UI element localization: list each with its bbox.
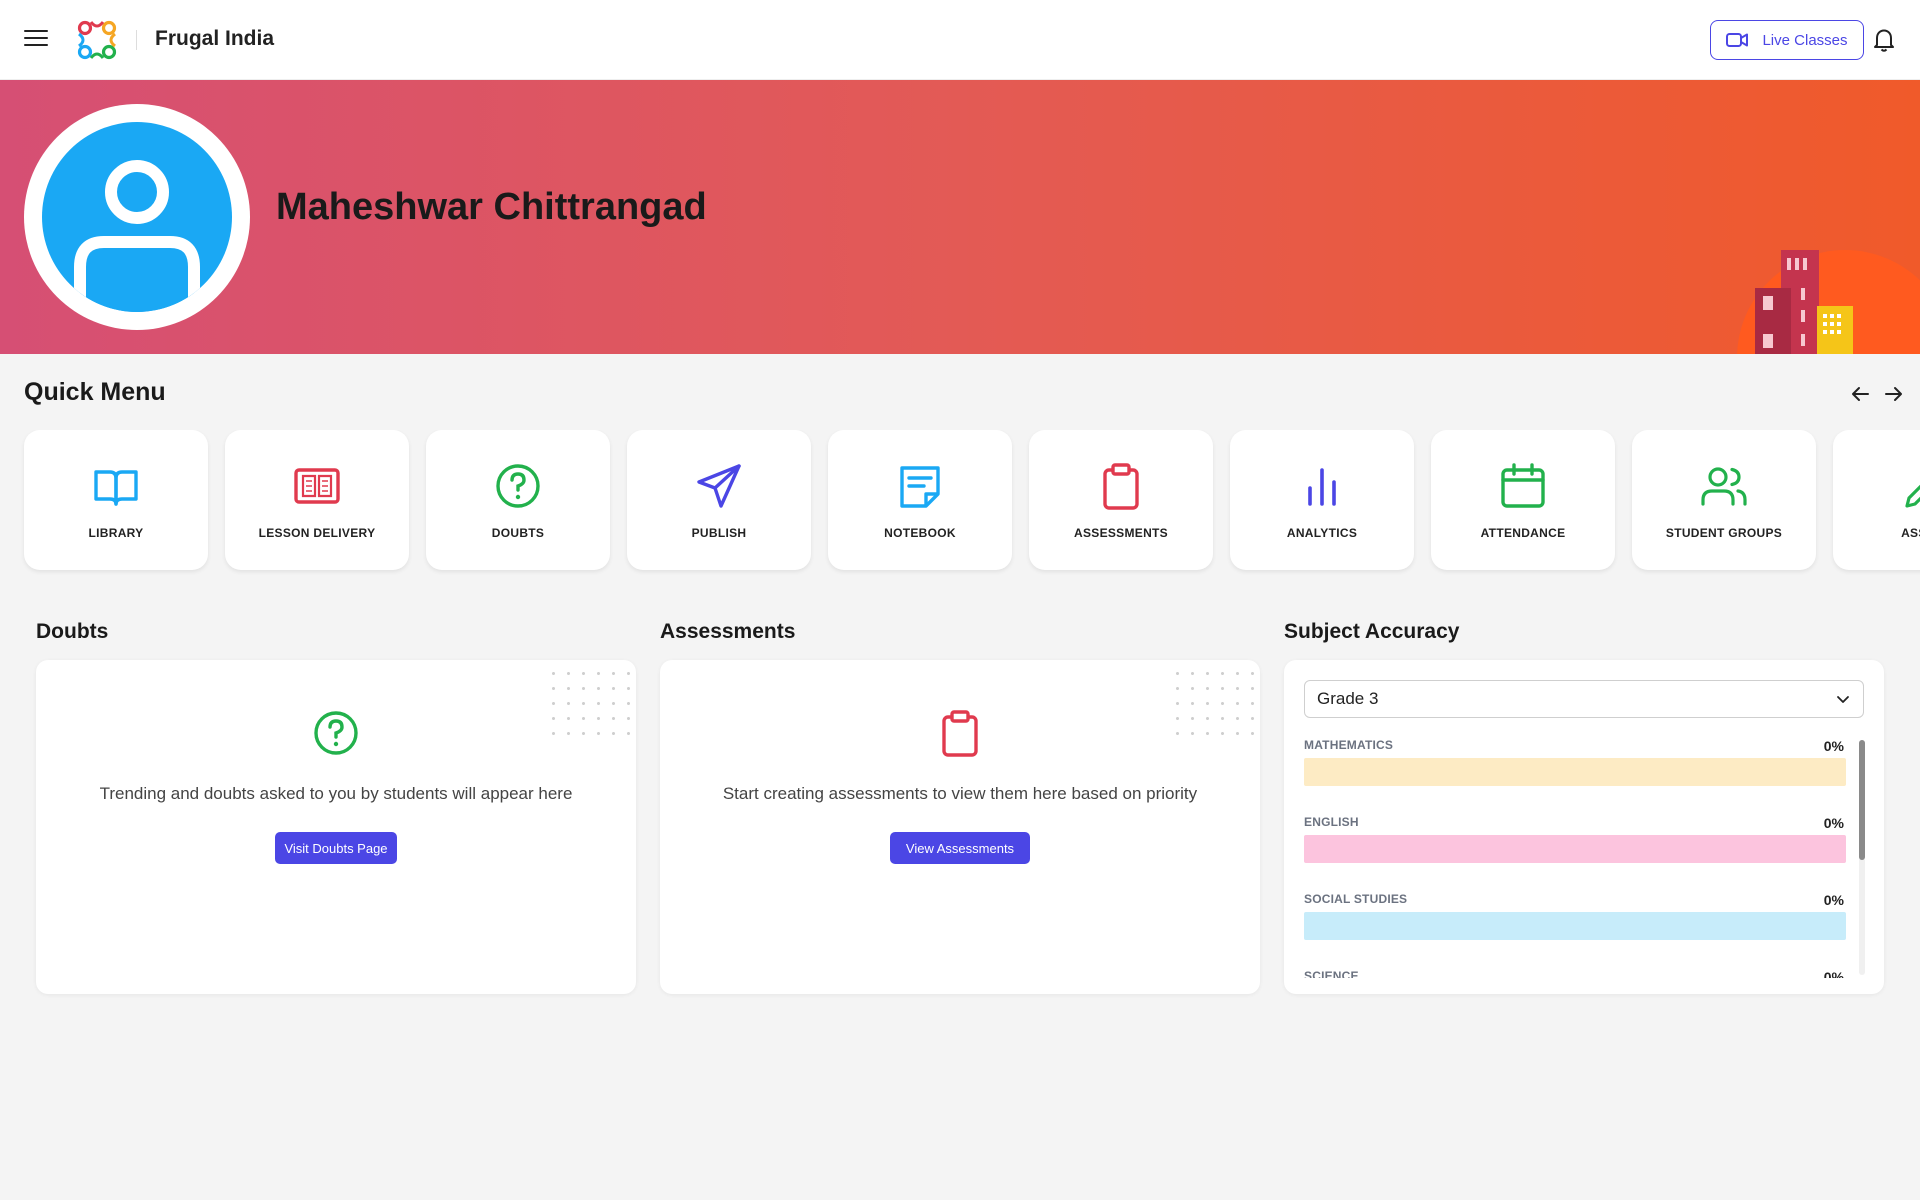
doubts-section-title: Doubts [36,620,109,643]
subject-name: ENGLISH [1304,815,1359,829]
subject-percentage: 0% [1823,892,1844,908]
subject-progress-bar [1304,835,1846,863]
avatar[interactable] [42,122,232,312]
calendar-icon [1501,463,1545,508]
quick-menu-label: LESSON DELIVERY [258,526,376,540]
quick-menu-label: PUBLISH [691,526,747,540]
quick-menu-notebook[interactable]: NOTEBOOK [828,430,1012,570]
assessments-panel: Start creating assessments to view them … [660,660,1260,994]
book-open-icon [94,470,138,506]
quick-menu-attendance[interactable]: ATTENDANCE [1431,430,1615,570]
doubts-panel: Trending and doubts asked to you by stud… [36,660,636,994]
subject-list-scrollbar[interactable] [1859,740,1865,975]
subject-accuracy-section-title: Subject Accuracy [1284,620,1460,643]
subject-percentage: 0% [1823,815,1844,831]
grade-select[interactable]: Grade 3 [1304,680,1864,718]
pen-icon [1905,484,1920,508]
user-silhouette-icon [74,160,200,312]
live-classes-button[interactable]: Live Classes [1710,20,1864,60]
quick-menu-library[interactable]: LIBRARY [24,430,208,570]
hamburger-menu-icon[interactable] [24,30,48,50]
chevron-down-icon [1837,696,1849,703]
clipboard-icon [1103,463,1139,510]
teacher-name: Maheshwar Chittrangad [276,186,707,228]
dot-pattern-decoration [1170,666,1254,738]
subject-row: MATHEMATICS 0% [1304,738,1882,815]
bell-icon[interactable] [1872,27,1896,53]
brand-name: Frugal India [155,27,275,50]
clipboard-icon [942,710,978,757]
video-camera-icon [1726,33,1749,47]
quick-menu-lesson-delivery[interactable]: LESSON DELIVERY [225,430,409,570]
avatar-frame [24,104,250,330]
quick-menu-assign[interactable]: ASSIGN [1833,430,1920,570]
dot-pattern-decoration [546,666,630,738]
subject-row: SOCIAL STUDIES 0% [1304,892,1882,969]
quick-menu-title: Quick Menu [24,378,166,406]
bar-chart-icon [1308,468,1336,506]
live-classes-label: Live Classes [1762,31,1848,49]
quick-menu-label: ATTENDANCE [1480,526,1566,540]
quick-menu-label: DOUBTS [491,526,545,540]
subject-name: SOCIAL STUDIES [1304,892,1408,906]
lesson-book-icon [294,468,340,504]
paper-plane-icon [697,464,741,508]
school-building-illustration [1737,250,1920,354]
subject-name: MATHEMATICS [1304,738,1394,752]
quick-menu-label: ANALYTICS [1286,526,1358,540]
assessments-section-title: Assessments [660,620,796,643]
subject-percentage: 0% [1823,738,1844,754]
question-circle-icon [496,464,540,508]
users-icon [1701,467,1747,506]
frugal-logo[interactable] [71,14,123,66]
quick-menu-label: LIBRARY [88,526,144,540]
quick-menu-student-groups[interactable]: STUDENT GROUPS [1632,430,1816,570]
quick-menu-doubts[interactable]: DOUBTS [426,430,610,570]
scrollbar-thumb[interactable] [1859,740,1865,860]
quick-menu-label: STUDENT GROUPS [1665,526,1783,540]
visit-doubts-page-button[interactable]: Visit Doubts Page [275,832,397,864]
subject-progress-bar [1304,912,1846,940]
quick-menu-assessments[interactable]: ASSESSMENTS [1029,430,1213,570]
subject-row: SCIENCE 0% [1304,969,1882,978]
notebook-icon [900,466,940,508]
view-assessments-button[interactable]: View Assessments [890,832,1030,864]
arrow-left-icon[interactable] [1848,382,1872,406]
subject-name: SCIENCE [1304,969,1359,978]
quick-menu-row: LIBRARY LESSON DELIVERY DOUBTS PUBLISH N… [0,430,1920,575]
quick-menu-label: NOTEBOOK [884,526,956,540]
question-circle-icon [314,711,358,755]
subject-percentage: 0% [1823,969,1844,978]
subject-progress-bar [1304,758,1846,786]
grade-select-value: Grade 3 [1317,689,1379,708]
subject-row: ENGLISH 0% [1304,815,1882,892]
doubts-empty-message: Trending and doubts asked to you by stud… [99,784,573,803]
logo-divider [136,30,137,50]
quick-menu-label: ASSIGN [1901,526,1920,540]
profile-hero-banner: Maheshwar Chittrangad [0,80,1920,354]
subject-accuracy-list: MATHEMATICS 0% ENGLISH 0% SOCIAL STUDIES… [1304,738,1882,978]
top-bar: Frugal India Live Classes [0,0,1920,80]
quick-menu-publish[interactable]: PUBLISH [627,430,811,570]
arrow-right-icon[interactable] [1882,382,1906,406]
quick-menu-label: ASSESSMENTS [1074,526,1168,540]
assessments-empty-message: Start creating assessments to view them … [722,784,1198,803]
subject-accuracy-panel: Grade 3 MATHEMATICS 0% ENGLISH 0% SOCIAL… [1284,660,1884,994]
quick-menu-analytics[interactable]: ANALYTICS [1230,430,1414,570]
